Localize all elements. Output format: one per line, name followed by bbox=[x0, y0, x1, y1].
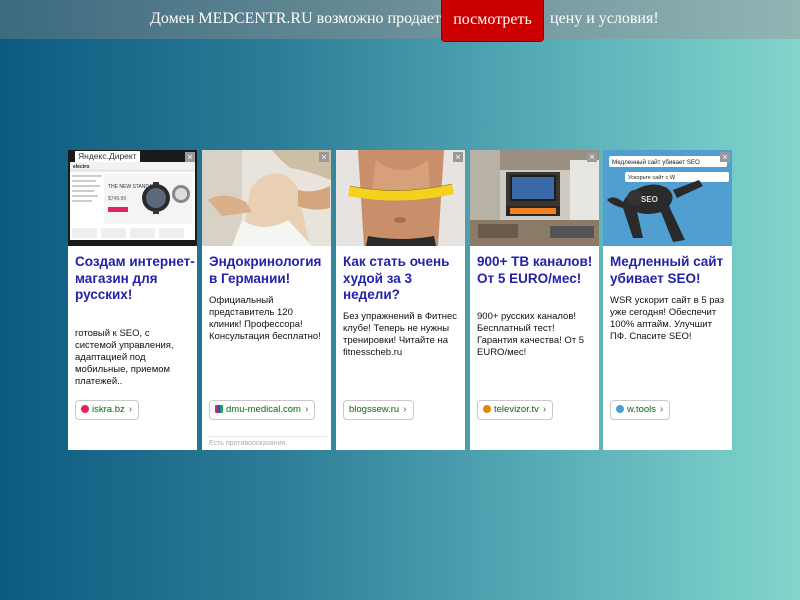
close-icon[interactable]: × bbox=[587, 152, 597, 162]
banner-text-1: Медленный сайт убивает SEO bbox=[612, 159, 700, 166]
svg-text:SEO: SEO bbox=[641, 195, 658, 204]
ad-description: Без упражнений в Фитнес клубе! Теперь не… bbox=[343, 311, 457, 358]
ad-disclaimer: Есть противопоказания. bbox=[209, 436, 327, 447]
shop-price: $749.99 bbox=[108, 196, 126, 202]
banner-text-after: цену и условия! bbox=[550, 10, 659, 27]
ad-domain-link[interactable]: dmu-medical.com › bbox=[209, 400, 316, 420]
close-icon[interactable]: × bbox=[720, 152, 730, 162]
ad-card-4[interactable]: × 900+ ТВ каналов! От 5 EURO/мес! 900+ р… bbox=[470, 150, 599, 450]
chevron-right-icon: › bbox=[304, 404, 309, 415]
ad-image-tv-room[interactable] bbox=[470, 150, 599, 246]
shop-headline: THE NEW STANDARD bbox=[108, 184, 160, 190]
ad-description: WSR ускорит сайт в 5 раз уже сегодня! Об… bbox=[610, 295, 725, 342]
ad-domain: w.tools bbox=[627, 404, 657, 415]
view-button[interactable]: посмотреть bbox=[441, 0, 544, 42]
ad-image-shop[interactable]: electro THE NEW STANDARD $749.99 bbox=[68, 150, 197, 246]
yandex-direct-label[interactable]: Яндекс.Директ bbox=[75, 151, 140, 162]
ad-title[interactable]: Эндокринология в Германии! bbox=[209, 254, 329, 287]
ad-block: electro THE NEW STANDARD $749.99 Яндекс.… bbox=[68, 150, 732, 450]
ad-card-5[interactable]: Медленный сайт убивает SEO Ускорьте сайт… bbox=[603, 150, 732, 450]
favicon-icon bbox=[616, 405, 624, 413]
close-icon[interactable]: × bbox=[319, 152, 329, 162]
ad-image-endocrinology[interactable] bbox=[202, 150, 331, 246]
ad-domain: iskra.bz bbox=[92, 404, 125, 415]
favicon-icon bbox=[483, 405, 491, 413]
ad-card-3[interactable]: × Как стать очень худой за 3 недели? Без… bbox=[336, 150, 465, 450]
favicon-icon bbox=[81, 405, 89, 413]
ad-domain: televizor.tv bbox=[494, 404, 539, 415]
ad-domain: blogssew.ru bbox=[349, 404, 400, 415]
ad-card-1[interactable]: electro THE NEW STANDARD $749.99 Яндекс.… bbox=[68, 150, 197, 450]
chevron-right-icon: › bbox=[403, 404, 407, 415]
ad-domain-link[interactable]: iskra.bz › bbox=[75, 400, 140, 420]
ad-description: готовый к SEO, с системой управления, ад… bbox=[75, 328, 174, 387]
ad-image-fitness[interactable] bbox=[336, 150, 465, 246]
chevron-right-icon: › bbox=[542, 404, 547, 415]
ad-domain: dmu-medical.com bbox=[226, 404, 301, 415]
close-icon[interactable]: × bbox=[185, 152, 195, 162]
banner-text-before: Домен MEDCENTR.RU возможно продается, bbox=[150, 10, 460, 27]
ad-domain-link[interactable]: w.tools › bbox=[610, 400, 671, 420]
domain-sale-banner: Домен MEDCENTR.RU возможно продается, по… bbox=[0, 0, 800, 42]
banner-text-2: Ускорьте сайт с W bbox=[628, 174, 676, 181]
chevron-right-icon: › bbox=[128, 404, 133, 415]
ad-title[interactable]: Как стать очень худой за 3 недели? bbox=[343, 254, 463, 304]
ad-domain-link[interactable]: blogssew.ru › bbox=[343, 400, 414, 420]
favicon-icon bbox=[215, 405, 223, 413]
close-icon[interactable]: × bbox=[453, 152, 463, 162]
chevron-right-icon: › bbox=[660, 404, 664, 415]
ad-description: Официальный представитель 120 клиник! Пр… bbox=[209, 295, 321, 342]
ad-title[interactable]: Медленный сайт убивает SEO! bbox=[610, 254, 730, 287]
ad-image-seo[interactable]: Медленный сайт убивает SEO Ускорьте сайт… bbox=[603, 150, 732, 246]
ad-title[interactable]: 900+ ТВ каналов! От 5 EURO/мес! bbox=[477, 254, 597, 287]
ad-card-2[interactable]: × Эндокринология в Германии! Официальный… bbox=[202, 150, 331, 450]
ad-title[interactable]: Создам интернет-магазин для русских! bbox=[75, 254, 195, 304]
ad-description: 900+ русских каналов! Бесплатный тест! Г… bbox=[477, 311, 585, 358]
ad-domain-link[interactable]: televizor.tv › bbox=[477, 400, 554, 420]
